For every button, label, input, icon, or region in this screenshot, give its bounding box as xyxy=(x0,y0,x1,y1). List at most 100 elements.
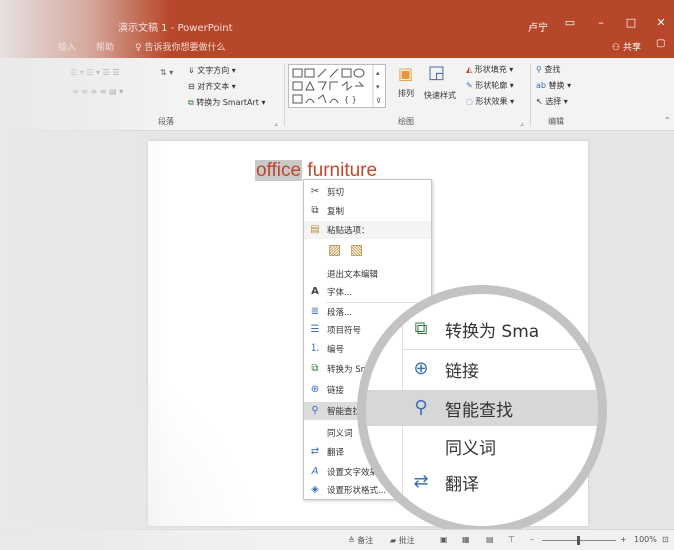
scissors-icon: ✂ xyxy=(310,186,320,197)
window-title: 演示文稿 1 - PowerPoint xyxy=(118,23,233,34)
magnified-label: 翻译 xyxy=(445,475,479,495)
close-icon[interactable]: ✕ xyxy=(650,14,672,32)
arrange-label: 排列 xyxy=(398,89,414,98)
drawing-dialog-launcher[interactable]: ⌟ xyxy=(520,118,524,127)
menu-item-exit-text-edit[interactable]: 退出文本编辑 xyxy=(304,265,431,283)
zoom-slider[interactable] xyxy=(542,536,616,545)
replace-label: 替换 xyxy=(548,81,565,90)
notes-button[interactable]: ≙ 备注 xyxy=(348,535,373,546)
find-icon: ⚲ xyxy=(536,65,542,74)
title-bar: 演示文稿 1 - PowerPoint 卢宁 ▭ – □ ✕ 插入 帮助 ♀ 告… xyxy=(0,0,674,58)
maximize-icon[interactable]: □ xyxy=(620,14,642,32)
paste-option-keep-source[interactable]: ▨ xyxy=(328,242,341,258)
zoom-slider-thumb[interactable] xyxy=(577,536,580,545)
shape-outline-button[interactable]: ✎ 形状轮廓 ▾ xyxy=(466,80,514,91)
magnifier-separator xyxy=(402,349,598,350)
link-icon: ⊕ xyxy=(310,384,320,395)
copy-icon: ⧉ xyxy=(311,205,319,216)
select-button[interactable]: ↖ 选择 ▾ xyxy=(536,96,568,107)
ribbon-display-icon[interactable]: ▭ xyxy=(559,14,581,32)
tell-me-box[interactable]: ♀ 告诉我你想要做什么 xyxy=(135,40,225,53)
group-divider xyxy=(284,64,285,126)
magnified-translate: ⇄ 翻译 xyxy=(366,464,598,500)
comments-button[interactable]: ▰ 批注 xyxy=(390,535,415,546)
zoom-in-icon[interactable]: + xyxy=(620,535,627,544)
shape-effects-label: 形状效果 xyxy=(475,97,508,106)
find-button[interactable]: ⚲ 查找 xyxy=(536,64,560,75)
ribbon: ☰ ▾ ☰ ▾ ☰ ☰ ≡ ≡ ≡ ≡ ▤ ▾ ⇅ ▾ ⇓ 文字方向 ▾ ⊟ 对… xyxy=(0,58,674,131)
magnified-smart-lookup: ⚲ 智能查找 xyxy=(366,390,598,426)
share-button[interactable]: ⚇ 共享 xyxy=(612,40,641,53)
replace-button[interactable]: ab 替换 ▾ xyxy=(536,80,571,91)
menu-item-font[interactable]: A 字体... xyxy=(304,283,431,301)
menu-item-label: 段落... xyxy=(327,308,353,318)
shape-fill-label: 形状填充 xyxy=(474,65,507,74)
paste-icon: ▤ xyxy=(310,224,320,235)
normal-view-icon[interactable]: ▣ xyxy=(440,535,448,544)
magnified-label: 转换为 Sma xyxy=(445,322,540,342)
selected-text[interactable]: office xyxy=(255,160,303,181)
magnified-label: 同义词 xyxy=(445,439,496,459)
notes-label: 备注 xyxy=(357,536,374,545)
convert-smartart-label: 转换为 SmartArt xyxy=(196,98,259,107)
shape-outline-label: 形状轮廓 xyxy=(475,81,508,90)
translate-icon: ⇄ xyxy=(310,446,320,457)
tab-insert[interactable]: 插入 xyxy=(58,40,76,53)
paragraph-dialog-launcher[interactable]: ⌟ xyxy=(274,118,278,127)
line-spacing-button[interactable]: ⇅ ▾ xyxy=(160,68,173,77)
bullets-button[interactable]: ☰ ▾ ☰ ▾ ☰ ☰ xyxy=(70,68,119,77)
align-buttons[interactable]: ≡ ≡ ≡ ≡ ▤ ▾ xyxy=(72,87,123,96)
group-divider xyxy=(530,64,531,126)
convert-smartart-button[interactable]: ⧉ 转换为 SmartArt ▾ xyxy=(188,97,265,108)
shape-effects-icon: ◌ xyxy=(466,97,473,106)
user-name[interactable]: 卢宁 xyxy=(528,19,548,34)
smartart-icon: ⧉ xyxy=(414,318,428,339)
slide-sorter-icon[interactable]: ▦ xyxy=(462,535,470,544)
minimize-icon[interactable]: – xyxy=(590,14,612,32)
quick-styles-icon: ◲ xyxy=(428,62,446,83)
arrange-button[interactable]: ▣ xyxy=(398,64,413,83)
svg-text:▴: ▴ xyxy=(376,69,380,77)
numbering-icon: ⒈ xyxy=(310,343,320,354)
svg-text:⊽: ⊽ xyxy=(376,97,381,105)
shape-fill-button[interactable]: ◭ 形状填充 ▾ xyxy=(466,64,513,75)
menu-item-label: 智能查找 xyxy=(327,407,362,417)
menu-item-cut[interactable]: ✂ 剪切 xyxy=(304,183,431,201)
shape-effects-button[interactable]: ◌ 形状效果 ▾ xyxy=(466,96,514,107)
menu-item-label: 剪切 xyxy=(327,188,345,198)
comment-icon[interactable]: ▢ xyxy=(656,38,665,49)
lightbulb-icon: ♀ xyxy=(135,43,142,53)
slideshow-icon[interactable]: ⊤ xyxy=(508,535,515,544)
quick-styles-button[interactable]: ◲ xyxy=(428,62,445,83)
cursor-icon: ↖ xyxy=(536,97,543,106)
menu-item-copy[interactable]: ⧉ 复制 xyxy=(304,202,431,220)
align-text-label: 对齐文本 xyxy=(197,82,230,91)
tab-help[interactable]: 帮助 xyxy=(96,40,114,53)
svg-text:{ }: { } xyxy=(344,95,357,104)
link-icon: ⊕ xyxy=(413,358,429,379)
magnified-synonyms: 同义词 xyxy=(366,428,598,464)
slide-text-rest[interactable]: furniture xyxy=(307,160,377,181)
text-direction-button[interactable]: ⇓ 文字方向 ▾ xyxy=(188,65,236,76)
comments-icon: ▰ xyxy=(390,536,397,545)
paste-option-keep-text[interactable]: ▧ xyxy=(350,242,363,258)
magnified-convert-smartart: ⧉ 转换为 Sma xyxy=(366,311,598,347)
menu-item-label: 链接 xyxy=(327,386,345,396)
find-label: 查找 xyxy=(544,65,561,74)
zoom-level[interactable]: 100% xyxy=(634,535,657,544)
smart-lookup-icon: ⚲ xyxy=(311,405,319,416)
menu-item-label: 粘贴选项： xyxy=(327,226,370,236)
fit-slide-icon[interactable]: ⊡ xyxy=(662,535,669,544)
reading-view-icon[interactable]: ▤ xyxy=(486,535,494,544)
magnified-label: 链接 xyxy=(445,362,479,382)
paragraph-group-label: 段落 xyxy=(158,117,174,126)
quick-styles-label: 快速样式 xyxy=(424,91,456,100)
zoom-out-icon[interactable]: – xyxy=(530,535,534,544)
shapes-gallery-icons: { } ▴ ▾ ⊽ xyxy=(292,65,381,107)
collapse-ribbon-icon[interactable]: ⌃ xyxy=(664,116,671,125)
magnified-link: ⊕ 链接 xyxy=(366,351,598,387)
shapes-gallery[interactable]: { } ▴ ▾ ⊽ xyxy=(288,64,386,108)
status-bar: ≙ 备注 ▰ 批注 ▣ ▦ ▤ ⊤ – + 100% ⊡ xyxy=(0,529,674,550)
align-text-button[interactable]: ⊟ 对齐文本 ▾ xyxy=(188,81,236,92)
select-label: 选择 xyxy=(545,97,562,106)
